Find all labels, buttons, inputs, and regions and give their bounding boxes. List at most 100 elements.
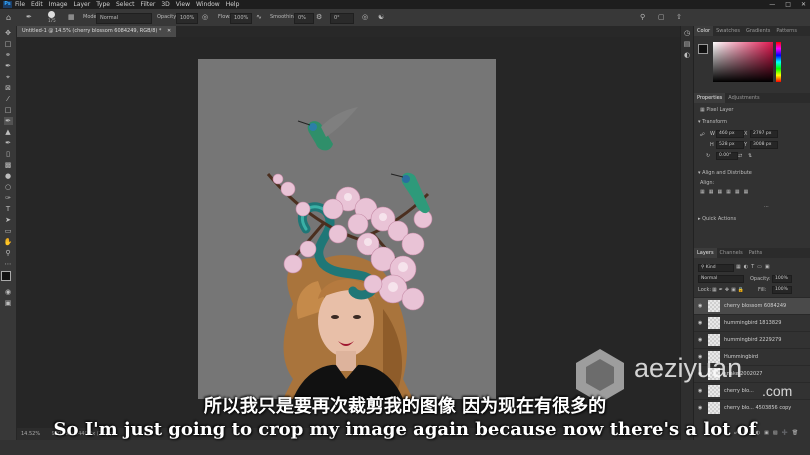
menu-view[interactable]: View [176,0,190,9]
link-dimensions-icon[interactable]: ☍ [700,132,705,138]
path-select-tool-icon[interactable]: ➤ [4,216,13,224]
more-options-icon[interactable]: ⋯ [764,204,769,210]
fill-field[interactable]: 100% [772,286,792,294]
stamp-tool-icon[interactable]: ▲ [4,128,13,136]
brush-tool-active-icon[interactable]: ✒ [3,117,13,125]
menu-help[interactable]: Help [226,0,240,9]
smoothing-field[interactable]: 0% [294,13,314,24]
document-tab[interactable]: Untitled-1 @ 14.5% (cherry blossom 60842… [17,26,177,37]
tab-patterns[interactable]: Patterns [773,26,800,36]
blend-mode-select[interactable]: Normal [698,275,744,283]
eyedropper-tool-icon[interactable]: ⁄ [4,95,13,103]
adjustments-panel-icon[interactable]: ◐ [683,51,692,59]
menu-window[interactable]: Window [196,0,220,9]
marquee-tool-icon[interactable]: □ [4,40,13,48]
smoothing-options-icon[interactable]: ⚙ [316,13,322,22]
tab-gradients[interactable]: Gradients [743,26,773,36]
zoom-tool-icon[interactable]: ⚲ [4,249,13,257]
tab-adjustments[interactable]: Adjustments [725,93,762,103]
menu-filter[interactable]: Filter [141,0,156,9]
more-tools-icon[interactable]: ⋯ [4,260,13,268]
mode-select[interactable]: Normal [96,13,152,24]
menu-file[interactable]: File [15,0,25,9]
gradient-tool-icon[interactable]: ▩ [4,161,13,169]
libraries-panel-icon[interactable]: ▤ [683,40,692,48]
artboard[interactable] [198,59,496,399]
history-panel-icon[interactable]: ◷ [683,29,692,37]
menu-layer[interactable]: Layer [73,0,90,9]
quick-select-tool-icon[interactable]: ✒ [4,62,13,70]
menu-image[interactable]: Image [49,0,68,9]
tab-color[interactable]: Color [694,26,714,36]
minimize-icon[interactable]: — [769,0,775,9]
pen-tool-icon[interactable]: ✑ [4,194,13,202]
layer-row[interactable]: ◉ cherry blossom 6084249 [694,297,810,314]
maximize-icon[interactable]: □ [785,0,791,9]
height-field[interactable]: 528 px [716,141,744,149]
menu-3d[interactable]: 3D [161,0,169,9]
history-brush-icon[interactable]: ✒ [4,139,13,147]
flip-vertical-icon[interactable]: ⇅ [748,153,752,159]
align-label: Align: [700,180,715,186]
hue-slider[interactable] [776,42,781,82]
color-panel-foreground[interactable] [698,44,708,54]
tab-properties[interactable]: Properties [694,93,726,103]
layer-filter-icons[interactable]: ▦◐T▭▣ [736,264,773,270]
search-icon[interactable]: ⚲ [640,13,645,22]
menu-edit[interactable]: Edit [31,0,43,9]
eraser-tool-icon[interactable]: ▯ [4,150,13,158]
brush-settings-icon[interactable]: ▦ [68,13,75,22]
tab-paths[interactable]: Paths [746,248,766,258]
foreground-color[interactable] [1,271,11,281]
hand-tool-icon[interactable]: ✋ [4,238,13,246]
brush-preset-picker[interactable]: 175 [48,11,56,23]
quick-actions-header[interactable]: ▸ Quick Actions [698,216,736,222]
lock-icons[interactable]: ▦✒✥▣🔒 [712,287,746,293]
tab-layers[interactable]: Layers [694,248,717,258]
flow-field[interactable]: 100% [230,13,252,24]
tab-channels[interactable]: Channels [717,248,746,258]
layer-filter-kind[interactable]: ⚲ Kind [698,264,734,272]
angle-field[interactable]: 0° [330,13,354,24]
color-swatches[interactable] [1,271,16,286]
angle-field[interactable]: 0.00° [716,152,738,160]
close-icon[interactable]: ✕ [801,0,806,9]
tab-swatches[interactable]: Swatches [713,26,743,36]
workspace-icon[interactable]: ▢ [658,13,665,22]
width-field[interactable]: 460 px [716,130,744,138]
align-header[interactable]: ▾ Align and Distribute [698,170,752,176]
eye-icon[interactable]: ◉ [698,298,702,314]
symmetry-icon[interactable]: ☯ [378,13,384,22]
x-field[interactable]: 2797 px [750,130,778,138]
menu-select[interactable]: Select [116,0,135,9]
color-field[interactable] [713,42,773,82]
screen-mode-icon[interactable]: ▣ [4,299,13,307]
y-field[interactable]: 3008 px [750,141,778,149]
eye-icon[interactable]: ◉ [698,315,702,331]
home-icon[interactable]: ⌂ [6,13,11,22]
type-tool-icon[interactable]: T [4,205,13,213]
layer-thumbnail [708,317,720,329]
shape-tool-icon[interactable]: ▭ [4,227,13,235]
quick-mask-icon[interactable]: ◉ [4,288,13,296]
brush-tool-icon[interactable]: ✒ [26,13,32,22]
layer-opacity-field[interactable]: 100% [772,275,792,283]
pressure-size-icon[interactable]: ◎ [362,13,368,22]
pressure-opacity-icon[interactable]: ◎ [202,13,208,22]
transform-header[interactable]: ▾ Transform [698,119,727,125]
crop-tool-icon[interactable]: ⌖ [4,73,13,81]
dodge-tool-icon[interactable]: ○ [4,183,13,191]
layer-row[interactable]: ◉ hummingbird 1813829 [694,314,810,331]
opacity-field[interactable]: 100% [176,13,198,24]
align-buttons[interactable]: ▦▦▦▦▦▦ [700,189,752,195]
flip-horizontal-icon[interactable]: ⇄ [738,153,742,159]
menu-type[interactable]: Type [96,0,110,9]
frame-tool-icon[interactable]: ⊠ [4,84,13,92]
move-tool-icon[interactable]: ✥ [4,29,13,37]
lasso-tool-icon[interactable]: ⚭ [4,51,13,59]
airbrush-icon[interactable]: ∿ [256,13,262,22]
share-icon[interactable]: ⇧ [676,13,682,22]
blur-tool-icon[interactable]: ● [4,172,13,180]
healing-tool-icon[interactable]: □ [4,106,13,114]
tab-close-icon[interactable]: ✕ [167,28,171,34]
